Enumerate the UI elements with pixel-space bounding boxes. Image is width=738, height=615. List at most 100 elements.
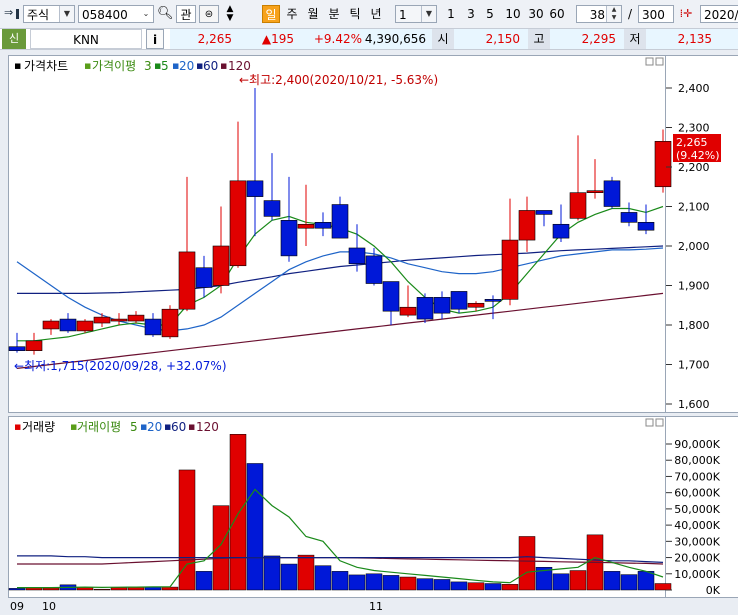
ma-legend-3: 3 <box>144 59 152 73</box>
price-tick-label: 2,000 <box>678 240 710 253</box>
current-pct-label: (9.42%) <box>676 149 720 162</box>
volume-tick-label: 70,000K <box>674 470 720 483</box>
volume-bar <box>297 554 315 591</box>
price-legend-marker: ▪ <box>14 59 21 72</box>
candle-body <box>76 320 94 332</box>
candle-body <box>637 222 655 231</box>
candle-body <box>127 314 145 322</box>
volume-bar <box>637 571 655 591</box>
price-tick-label: 1,700 <box>678 359 710 372</box>
candle-body <box>297 223 315 229</box>
candle-body <box>263 200 281 217</box>
price-tick-label: 2,200 <box>678 161 710 174</box>
candle-body <box>467 302 485 308</box>
vol-ma-legend-60: 60 <box>171 420 186 434</box>
candle-body <box>348 247 366 265</box>
volume-bar <box>144 586 162 591</box>
candle-body <box>535 210 553 215</box>
minimize-icon[interactable] <box>645 418 654 427</box>
chart-svg: 2,400 2,300 2,200 2,100 2,000 1,900 1,800 1,700… <box>8 57 721 613</box>
ma-legend-120: 120 <box>228 59 251 73</box>
volume-bar <box>518 536 536 591</box>
volume-tick-label: 0K <box>706 584 721 597</box>
candle-body <box>552 223 570 239</box>
vol-ma-legend-5: 5 <box>130 420 138 434</box>
volume-bar <box>433 579 451 591</box>
volume-bar <box>603 571 621 591</box>
price-tick-label: 2,300 <box>678 122 710 135</box>
volume-bar <box>382 575 400 591</box>
close-icon[interactable] <box>655 57 664 66</box>
candle-body <box>331 204 349 239</box>
volume-bar <box>263 555 281 591</box>
price-legend-title: 가격차트 <box>24 59 68 73</box>
candle-body <box>93 316 111 324</box>
x-label-11: 11 <box>369 600 383 613</box>
ma120-line <box>16 292 664 369</box>
ma20-line <box>16 247 664 332</box>
ma120-legend-marker: ▪ <box>220 59 227 72</box>
candle-body <box>382 281 400 312</box>
volume-bar <box>620 574 638 591</box>
minimize-icon[interactable] <box>645 57 654 66</box>
candle-body <box>110 318 128 322</box>
ma-legend-60: 60 <box>203 59 218 73</box>
ma60-line <box>17 245 664 294</box>
volume-bar <box>365 573 383 591</box>
volume-tick-label: 60,000K <box>674 487 720 500</box>
volume-bar <box>450 581 468 591</box>
candle-body <box>586 190 604 193</box>
volume-bar <box>161 586 179 591</box>
candle-body <box>450 291 468 310</box>
ma-legend-20: 20 <box>179 59 194 73</box>
ma-legend-marker: ▪ <box>84 59 91 72</box>
volume-bar <box>93 588 111 591</box>
candle-body <box>195 267 213 288</box>
candle-body <box>433 297 451 314</box>
volume-bar <box>42 587 60 591</box>
price-tick-label: 2,100 <box>678 201 710 214</box>
candle-body <box>314 222 332 229</box>
close-icon[interactable] <box>655 418 664 427</box>
volume-bar <box>501 584 519 591</box>
candle-body <box>161 308 179 338</box>
price-tick-label: 2,400 <box>678 82 710 95</box>
candle-body <box>212 245 230 286</box>
volume-tick-label: 30,000K <box>674 535 720 548</box>
candle-body <box>229 180 247 267</box>
volume-tick-label: 10,000K <box>674 568 720 581</box>
volume-bar <box>280 563 298 591</box>
volume-bar <box>314 565 332 591</box>
candle-body <box>399 306 417 316</box>
candle-body <box>518 210 536 241</box>
price-tick-label: 1,600 <box>678 398 710 411</box>
price-tick-label: 1,800 <box>678 319 710 332</box>
volume-bar <box>331 571 349 591</box>
vol-legend-marker: ▪ <box>14 420 21 433</box>
volume-bar <box>569 570 587 591</box>
volume-bar <box>399 576 417 591</box>
volume-bar <box>229 434 247 591</box>
ma-legend-title: 가격이평 <box>92 59 136 73</box>
candle-body <box>603 180 621 207</box>
vol-ma-legend-title: 거래이평 <box>77 420 121 434</box>
volume-bar <box>212 505 230 591</box>
volume-bar <box>348 574 366 591</box>
x-label-09: 09 <box>10 600 24 613</box>
volma120-legend-marker: ▪ <box>188 420 195 433</box>
volume-tick-label: 80,000K <box>674 454 720 467</box>
vol-ma-legend-20: 20 <box>147 420 162 434</box>
volume-bar <box>484 583 502 591</box>
candle-body <box>501 239 519 300</box>
candle-body <box>178 251 196 310</box>
x-label-10: 10 <box>42 600 56 613</box>
volume-bar <box>8 588 26 591</box>
candle-body <box>8 346 26 351</box>
current-price-label: 2,265 <box>676 136 708 149</box>
volume-bar <box>552 573 570 591</box>
low-annotation: ←최저:1,715(2020/09/28, +32.07%) <box>14 359 227 373</box>
volume-tick-label: 50,000K <box>674 503 720 516</box>
candle-body <box>620 212 638 223</box>
candle-body <box>654 141 672 188</box>
vol-legend-title: 거래량 <box>22 420 55 434</box>
